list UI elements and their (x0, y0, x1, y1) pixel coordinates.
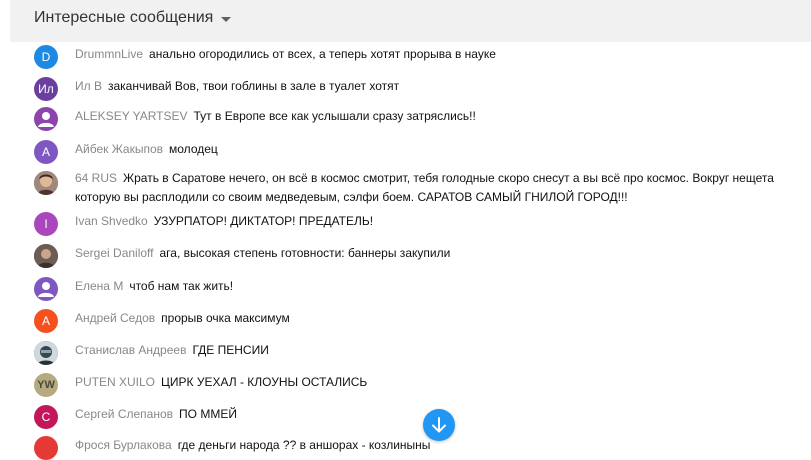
message-text: ПО ММЕЙ (179, 407, 237, 421)
chat-message: Фрося Бурлакова где деньги народа ?? в ан… (34, 436, 804, 460)
chat-message: ALEKSEY YARTSEV Тут в Европе все как услы… (34, 107, 804, 131)
chat-message: А Айбек Жакыпов молодец (34, 140, 804, 164)
message-text: чтоб нам так жить! (129, 279, 234, 293)
message-text: анально огородились от всех, а теперь хо… (149, 47, 496, 61)
avatar-initial: YW (37, 379, 55, 391)
message-author[interactable]: PUTEN XUILO (75, 375, 155, 389)
message-author[interactable]: Андрей Седов (75, 311, 155, 325)
chat-mode-label: Интересные сообщения (34, 9, 214, 26)
message-author[interactable]: Фрося Бурлакова (75, 438, 172, 452)
message-author[interactable]: ALEKSEY YARTSEV (75, 109, 188, 123)
user-photo-icon (34, 341, 58, 365)
message-author[interactable]: Ivan Shvedko (75, 214, 148, 228)
chat-header: Интересные сообщения (10, 0, 811, 42)
message-content: Андрей Седов прорыв очка максимум (75, 309, 800, 328)
message-content: PUTEN XUILO ЦИРК УЕХАЛ - КЛОУНЫ ОСТАЛИСЬ (75, 373, 800, 392)
message-content: ALEKSEY YARTSEV Тут в Европе все как услы… (75, 107, 800, 126)
message-content: Ivan Shvedko УЗУРПАТОР! ДИКТАТОР! ПРЕДАТЕ… (75, 212, 800, 231)
message-author[interactable]: Елена М (75, 279, 123, 293)
person-silhouette-icon (38, 282, 54, 297)
message-text: ГДЕ ПЕНСИИ (192, 343, 269, 357)
message-text: молодец (169, 142, 218, 156)
caret-down-icon (221, 16, 232, 22)
chat-message: С Сергей Слепанов ПО ММЕЙ (34, 405, 804, 429)
user-photo-icon (34, 244, 58, 268)
avatar[interactable]: А (34, 309, 58, 333)
message-text: заканчивай Вов, твои гоблины в зале в ту… (107, 79, 400, 93)
avatar-initial: I (44, 217, 48, 231)
avatar[interactable]: А (34, 140, 58, 164)
message-content: Sergei Daniloff ага, высокая степень гото… (75, 244, 800, 263)
avatar[interactable] (34, 244, 58, 268)
message-author[interactable]: Sergei Daniloff (75, 246, 154, 260)
avatar[interactable]: I (34, 212, 58, 236)
scroll-to-bottom-button[interactable] (423, 409, 455, 441)
message-content: Ил В заканчивай Вов, твои гоблины в зале … (75, 77, 800, 96)
arrow-down-icon (432, 417, 446, 433)
message-author[interactable]: 64 RUS (75, 171, 117, 185)
chat-message: Елена М чтоб нам так жить! (34, 277, 804, 301)
message-text: УЗУРПАТОР! ДИКТАТОР! ПРЕДАТЕЛЬ! (153, 214, 374, 228)
message-content: Елена М чтоб нам так жить! (75, 277, 800, 296)
message-content: Станислав Андреев ГДЕ ПЕНСИИ (75, 341, 800, 360)
avatar[interactable] (34, 436, 58, 460)
message-content: Айбек Жакыпов молодец (75, 140, 800, 159)
chat-message: А Андрей Седов прорыв очка максимум (34, 309, 804, 333)
message-author[interactable]: Сергей Слепанов (75, 407, 173, 421)
avatar[interactable]: D (34, 45, 58, 69)
message-author[interactable]: Айбек Жакыпов (75, 142, 163, 156)
message-text: ЦИРК УЕХАЛ - КЛОУНЫ ОСТАЛИСЬ (161, 375, 368, 389)
avatar-initial: Ил (38, 82, 54, 96)
avatar-initial: А (41, 145, 50, 159)
message-author[interactable]: Ил В (75, 79, 102, 93)
message-author[interactable]: DrummnLive (75, 47, 143, 61)
avatar[interactable] (34, 277, 58, 301)
chat-message: Станислав Андреев ГДЕ ПЕНСИИ (34, 341, 804, 365)
chat-message: Sergei Daniloff ага, высокая степень гото… (34, 244, 804, 268)
message-content: DrummnLive анально огородились от всех, а… (75, 45, 800, 64)
message-text: Тут в Европе все как услышали сразу затр… (193, 109, 476, 123)
chat-message: D DrummnLive анально огородились от всех,… (34, 45, 804, 69)
avatar[interactable] (34, 341, 58, 365)
avatar[interactable]: Ил (34, 77, 58, 101)
user-photo-icon (34, 171, 58, 195)
chat-mode-dropdown[interactable]: Интересные сообщения (34, 9, 232, 27)
chat-message: Ил Ил В заканчивай Вов, твои гоблины в за… (34, 77, 804, 101)
chat-message: YW PUTEN XUILO ЦИРК УЕХАЛ - КЛОУНЫ ОСТАЛИ… (34, 373, 804, 397)
message-text: ага, высокая степень готовности: баннеры… (159, 246, 451, 260)
avatar[interactable] (34, 171, 58, 195)
chat-message: 64 RUS Жрать в Саратове нечего, он всё в … (34, 169, 804, 207)
avatar[interactable]: YW (34, 373, 58, 397)
chat-message: I Ivan Shvedko УЗУРПАТОР! ДИКТАТОР! ПРЕДА… (34, 212, 804, 236)
message-text: где деньги народа ?? в аншорах - козлины… (177, 438, 431, 452)
message-author[interactable]: Станислав Андреев (75, 343, 186, 357)
avatar[interactable]: С (34, 405, 58, 429)
avatar-initial: D (41, 50, 51, 64)
message-text: Жрать в Саратове нечего, он всё в космос… (75, 171, 774, 204)
message-text: прорыв очка максимум (161, 311, 290, 325)
avatar-initial: А (41, 314, 50, 328)
message-content: 64 RUS Жрать в Саратове нечего, он всё в … (75, 169, 800, 207)
avatar[interactable] (34, 107, 58, 131)
avatar-initial: С (41, 410, 51, 424)
person-silhouette-icon (38, 112, 54, 127)
